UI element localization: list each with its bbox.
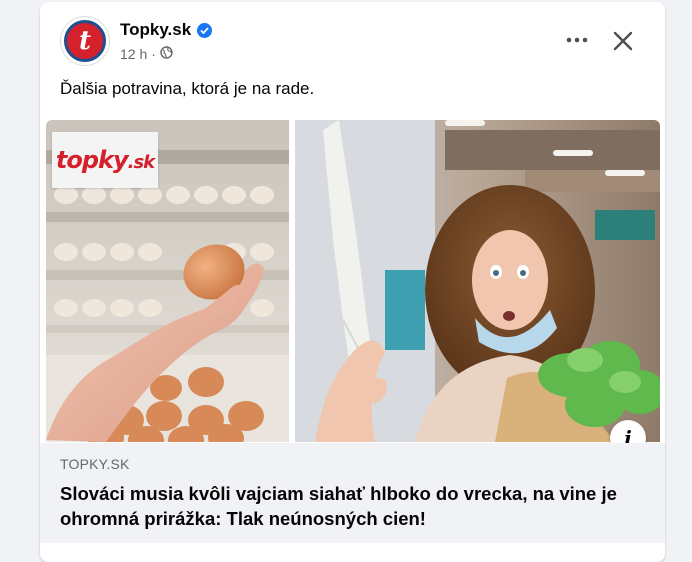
egg-photo[interactable]: topky.sk	[46, 120, 289, 442]
post-card: t Topky.sk 12 h · Ďalšia potravina, ktor…	[40, 2, 665, 562]
topky-logo: topky.sk	[52, 132, 158, 188]
avatar-logo: t	[64, 20, 106, 62]
verified-badge-icon	[197, 22, 213, 38]
shopper-photo[interactable]	[295, 120, 660, 442]
page-avatar[interactable]: t	[60, 16, 110, 66]
post-media[interactable]: topky.sk	[40, 120, 665, 445]
post-meta: 12 h ·	[120, 46, 173, 62]
post-timestamp[interactable]: 12 h	[120, 46, 147, 62]
more-options-icon[interactable]	[565, 28, 589, 52]
post-text: Ďalšia potravina, ktorá je na rade.	[60, 79, 315, 98]
globe-icon[interactable]	[160, 46, 173, 62]
link-preview[interactable]: TOPKY.SK Slováci musia kvôli vajciam sia…	[40, 443, 665, 543]
close-icon[interactable]	[610, 28, 636, 54]
logo-text-main: topky	[55, 146, 129, 174]
post-header: t Topky.sk 12 h ·	[40, 2, 665, 72]
page-name[interactable]: Topky.sk	[120, 20, 191, 40]
logo-text-suffix: .sk	[127, 152, 156, 173]
meta-separator: ·	[151, 46, 156, 62]
link-headline[interactable]: Slováci musia kvôli vajciam siahať hlbok…	[60, 481, 640, 531]
page-name-link[interactable]: Topky.sk	[120, 20, 213, 40]
link-domain: TOPKY.SK	[60, 456, 130, 472]
